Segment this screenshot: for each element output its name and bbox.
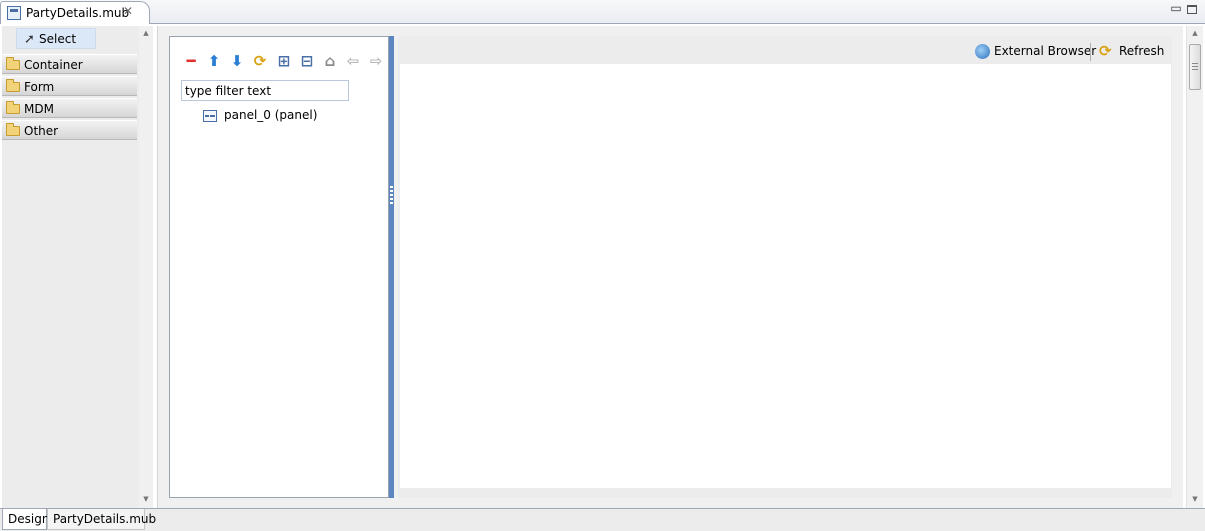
palette: ➚ Select Container Form MDM Other ▲ ▼ <box>2 26 153 508</box>
tab-source[interactable]: PartyDetails.mub <box>47 509 156 530</box>
filter-input[interactable] <box>181 80 349 101</box>
close-icon[interactable]: ✕ <box>122 4 134 18</box>
panel-icon <box>203 110 217 122</box>
palette-drawer-form[interactable]: Form <box>2 76 137 96</box>
scroll-down-arrow-icon[interactable]: ▼ <box>1188 495 1202 505</box>
minimize-icon[interactable]: ▭ <box>1170 2 1182 15</box>
home-icon[interactable]: ⌂ <box>321 52 339 70</box>
outline-panel: ━ ⬆ ⬇ ⟳ ⊞ ⊟ ⌂ ⇦ ⇨ panel_0 (panel) <box>169 36 389 498</box>
folder-icon <box>6 123 20 136</box>
tree-item-panel-0[interactable]: panel_0 (panel) <box>224 108 317 122</box>
collapse-all-icon[interactable]: ⊟ <box>298 52 316 70</box>
splitter-handle[interactable] <box>389 36 394 498</box>
external-browser-button[interactable]: External Browser <box>994 44 1096 58</box>
mub-file-icon <box>7 6 21 20</box>
editor-page-tabs: Design PartyDetails.mub <box>0 508 1205 531</box>
preview-pane: External Browser ⟳ Refresh <box>398 36 1172 498</box>
move-up-icon[interactable]: ⬆ <box>205 52 223 70</box>
scrollbar-thumb[interactable] <box>1189 44 1201 90</box>
drawer-label: Container <box>24 58 83 72</box>
refresh-button[interactable]: Refresh <box>1119 44 1164 58</box>
tab-design[interactable]: Design <box>2 509 50 530</box>
tab-label: Design <box>8 512 50 526</box>
folder-icon <box>6 57 20 70</box>
pointer-arrow-icon: ➚ <box>24 32 35 47</box>
back-arrow-icon[interactable]: ⇦ <box>344 52 362 70</box>
drawer-label: MDM <box>24 102 54 116</box>
editor-tab[interactable]: PartyDetails.mub ✕ <box>0 1 150 24</box>
palette-drawer-container[interactable]: Container <box>2 54 137 74</box>
select-tool-button[interactable]: ➚ Select <box>16 28 96 49</box>
splitter-grip[interactable] <box>390 186 393 204</box>
editor-tab-bar: PartyDetails.mub ✕ ▭ <box>0 0 1205 24</box>
refresh-icon[interactable]: ⟳ <box>1099 42 1112 60</box>
maximize-icon[interactable] <box>1187 5 1197 14</box>
remove-icon[interactable]: ━ <box>182 52 200 70</box>
editor-scrollbar[interactable]: ▲ ▼ <box>1186 26 1203 508</box>
scroll-down-arrow-icon[interactable]: ▼ <box>139 495 153 505</box>
select-tool-label: Select <box>39 32 77 46</box>
globe-icon[interactable] <box>975 44 990 59</box>
palette-drawer-mdm[interactable]: MDM <box>2 98 137 118</box>
scroll-up-arrow-icon[interactable]: ▲ <box>1188 29 1202 39</box>
preview-canvas[interactable] <box>400 64 1171 488</box>
palette-drawer-other[interactable]: Other <box>2 120 137 140</box>
scroll-up-arrow-icon[interactable]: ▲ <box>139 29 153 39</box>
move-down-icon[interactable]: ⬇ <box>228 52 246 70</box>
editor-tab-title: PartyDetails.mub <box>26 6 130 20</box>
drawer-label: Form <box>24 80 55 94</box>
expand-all-icon[interactable]: ⊞ <box>275 52 293 70</box>
refresh-icon[interactable]: ⟳ <box>251 52 269 70</box>
design-editor: ━ ⬆ ⬇ ⟳ ⊞ ⊟ ⌂ ⇦ ⇨ panel_0 (panel) Extern… <box>157 26 1183 508</box>
tab-label: PartyDetails.mub <box>53 512 157 526</box>
folder-icon <box>6 101 20 114</box>
folder-icon <box>6 79 20 92</box>
palette-scrollbar[interactable]: ▲ ▼ <box>139 26 153 508</box>
drawer-label: Other <box>24 124 59 138</box>
toolbar-separator <box>1090 43 1091 61</box>
forward-arrow-icon[interactable]: ⇨ <box>367 52 385 70</box>
